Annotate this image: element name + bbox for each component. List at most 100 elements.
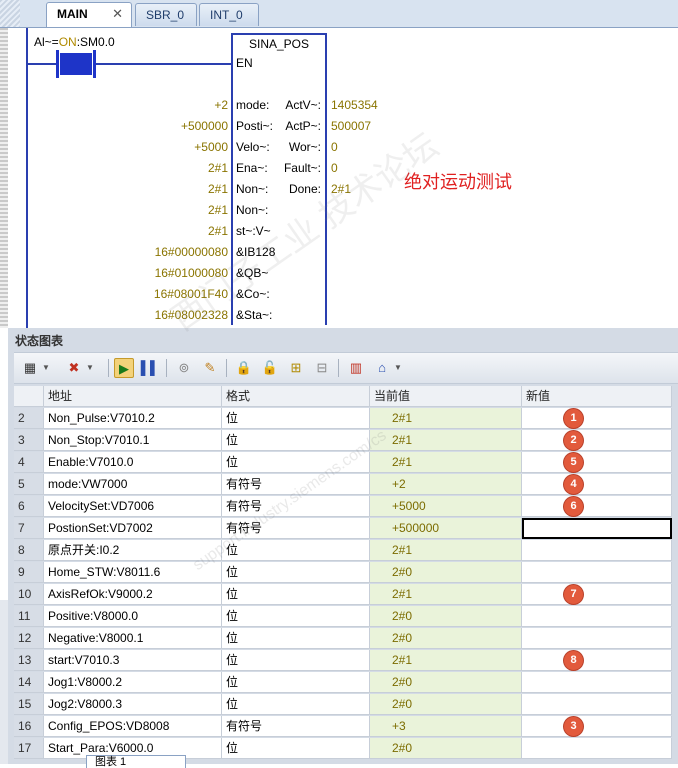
row-number[interactable]: 4 xyxy=(14,452,44,473)
table-row[interactable]: 16 Config_EPOS:VD8008 有符号 +3 3 xyxy=(14,716,678,738)
address-cell[interactable]: Config_EPOS:VD8008 xyxy=(44,716,222,737)
address-cell[interactable]: Jog1:V8000.2 xyxy=(44,672,222,693)
table-row[interactable]: 7 PostionSet:VD7002 有符号 +500000 xyxy=(14,518,678,540)
input-value[interactable]: 2#1 xyxy=(208,203,228,217)
table-row[interactable]: 4 Enable:V7010.0 位 2#1 5 xyxy=(14,452,678,474)
binoculars-icon[interactable]: ⊚ xyxy=(174,358,194,378)
format-cell[interactable]: 位 xyxy=(222,650,370,671)
input-value[interactable]: 16#01000080 xyxy=(155,266,228,280)
new-value-cell[interactable] xyxy=(522,496,672,517)
table-row[interactable]: 13 start:V7010.3 位 2#1 8 xyxy=(14,650,678,672)
row-number[interactable]: 16 xyxy=(14,716,44,737)
format-cell[interactable]: 位 xyxy=(222,540,370,561)
row-number[interactable]: 10 xyxy=(14,584,44,605)
new-value-cell[interactable] xyxy=(522,430,672,451)
table-row[interactable]: 3 Non_Stop:V7010.1 位 2#1 2 xyxy=(14,430,678,452)
input-value[interactable]: +500000 xyxy=(181,119,228,133)
new-value-cell[interactable] xyxy=(522,408,672,429)
chart-execution-icon[interactable]: ▶ xyxy=(114,358,134,378)
address-cell[interactable]: Home_STW:V8011.6 xyxy=(44,562,222,583)
input-value[interactable]: 16#08001F40 xyxy=(154,287,228,301)
new-value-cell[interactable] xyxy=(522,716,672,737)
row-number[interactable]: 12 xyxy=(14,628,44,649)
format-cell[interactable]: 位 xyxy=(222,408,370,429)
format-cell[interactable]: 位 xyxy=(222,606,370,627)
output-value[interactable]: 0 xyxy=(331,161,338,175)
new-value-cell[interactable] xyxy=(522,672,672,693)
format-cell[interactable]: 位 xyxy=(222,628,370,649)
address-cell[interactable]: Enable:V7010.0 xyxy=(44,452,222,473)
row-number[interactable]: 17 xyxy=(14,738,44,759)
input-value[interactable]: +5000 xyxy=(194,140,228,154)
pencil-icon[interactable]: ✎ xyxy=(200,358,220,378)
unlock-icon[interactable]: 🔓 xyxy=(260,358,280,378)
address-cell[interactable]: Negative:V8000.1 xyxy=(44,628,222,649)
tab-main[interactable]: MAIN ✕ xyxy=(46,2,132,27)
tab-sbr0[interactable]: SBR_0 xyxy=(135,3,197,26)
row-number[interactable]: 2 xyxy=(14,408,44,429)
table-row[interactable]: 8 原点开关:I0.2 位 2#1 xyxy=(14,540,678,562)
lock-icon[interactable]: 🔒 xyxy=(234,358,254,378)
output-value[interactable]: 500007 xyxy=(331,119,371,133)
format-cell[interactable]: 位 xyxy=(222,738,370,759)
table-row[interactable]: 10 AxisRefOk:V9000.2 位 2#1 7 xyxy=(14,584,678,606)
close-icon[interactable]: ✕ xyxy=(112,3,123,25)
output-value[interactable]: 2#1 xyxy=(331,182,351,196)
trend-view-icon[interactable]: ▥ xyxy=(346,358,366,378)
no-contact-sm0-0[interactable] xyxy=(56,50,96,78)
col-address[interactable]: 地址 xyxy=(44,386,222,407)
row-number[interactable]: 8 xyxy=(14,540,44,561)
address-cell[interactable]: AxisRefOk:V9000.2 xyxy=(44,584,222,605)
format-cell[interactable]: 位 xyxy=(222,694,370,715)
row-number[interactable]: 13 xyxy=(14,650,44,671)
format-cell[interactable]: 有符号 xyxy=(222,474,370,495)
address-cell[interactable]: mode:VW7000 xyxy=(44,474,222,495)
table-row[interactable]: 14 Jog1:V8000.2 位 2#0 xyxy=(14,672,678,694)
row-number[interactable]: 3 xyxy=(14,430,44,451)
unforce-icon[interactable]: ⊟ xyxy=(312,358,332,378)
format-cell[interactable]: 有符号 xyxy=(222,518,370,539)
row-number[interactable]: 11 xyxy=(14,606,44,627)
address-cell[interactable]: Non_Stop:V7010.1 xyxy=(44,430,222,451)
table-row[interactable]: 15 Jog2:V8000.3 位 2#0 xyxy=(14,694,678,716)
address-cell[interactable]: Positive:V8000.0 xyxy=(44,606,222,627)
address-cell[interactable]: VelocitySet:VD7006 xyxy=(44,496,222,517)
address-cell[interactable]: 原点开关:I0.2 xyxy=(44,540,222,561)
force-icon[interactable]: ⊞ xyxy=(286,358,306,378)
new-value-cell[interactable] xyxy=(522,606,672,627)
col-current-value[interactable]: 当前值 xyxy=(370,386,522,407)
sina-pos-block[interactable]: SINA_POS xyxy=(231,33,327,325)
input-value[interactable]: 16#00000080 xyxy=(155,245,228,259)
col-format[interactable]: 格式 xyxy=(222,386,370,407)
format-cell[interactable]: 位 xyxy=(222,430,370,451)
table-row[interactable]: 12 Negative:V8000.1 位 2#0 xyxy=(14,628,678,650)
address-cell[interactable]: PostionSet:VD7002 xyxy=(44,518,222,539)
row-number[interactable]: 9 xyxy=(14,562,44,583)
tab-chart-1[interactable]: 图表 1 xyxy=(86,755,186,768)
table-row[interactable]: 5 mode:VW7000 有符号 +2 4 xyxy=(14,474,678,496)
new-value-cell[interactable] xyxy=(522,452,672,473)
format-cell[interactable]: 有符号 xyxy=(222,496,370,517)
table-row[interactable]: 6 VelocitySet:VD7006 有符号 +5000 6 xyxy=(14,496,678,518)
row-number[interactable]: 6 xyxy=(14,496,44,517)
row-number[interactable]: 14 xyxy=(14,672,44,693)
new-value-cell[interactable] xyxy=(522,540,672,561)
table-row[interactable]: 9 Home_STW:V8011.6 位 2#0 xyxy=(14,562,678,584)
new-value-cell[interactable] xyxy=(522,584,672,605)
new-value-cell[interactable] xyxy=(522,562,672,583)
address-cell[interactable]: Jog2:V8000.3 xyxy=(44,694,222,715)
row-number[interactable]: 7 xyxy=(14,518,44,539)
row-number[interactable]: 15 xyxy=(14,694,44,715)
input-value[interactable]: 16#08002328 xyxy=(155,308,228,322)
format-cell[interactable]: 位 xyxy=(222,452,370,473)
add-row-icon[interactable]: ▦ ▼ xyxy=(20,358,50,378)
new-value-cell[interactable] xyxy=(522,628,672,649)
new-value-cell[interactable] xyxy=(522,650,672,671)
output-value[interactable]: 1405354 xyxy=(331,98,378,112)
col-new-value[interactable]: 新值 xyxy=(522,386,672,407)
input-value[interactable]: 2#1 xyxy=(208,182,228,196)
format-cell[interactable]: 有符号 xyxy=(222,716,370,737)
address-cell[interactable]: start:V7010.3 xyxy=(44,650,222,671)
input-value[interactable]: +2 xyxy=(214,98,228,112)
input-value[interactable]: 2#1 xyxy=(208,224,228,238)
